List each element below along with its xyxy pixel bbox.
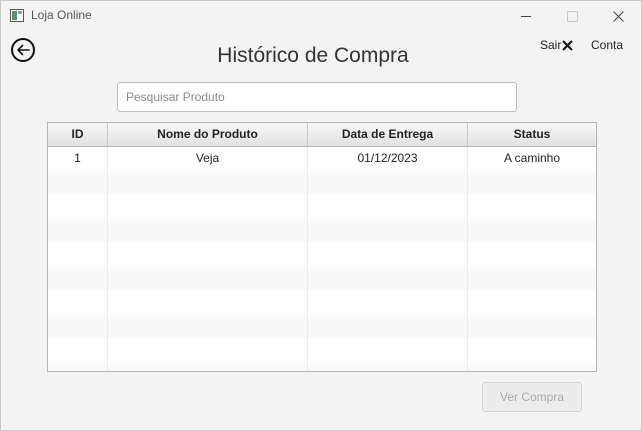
empty-cell: [48, 315, 108, 339]
window-title: Loja Online: [31, 8, 92, 22]
ver-compra-button[interactable]: Ver Compra: [482, 382, 582, 412]
column-header-id[interactable]: ID: [48, 123, 108, 146]
purchase-history-table[interactable]: ID Nome do Produto Data de Entrega Statu…: [47, 122, 597, 372]
empty-cell: [468, 363, 596, 371]
minimize-button[interactable]: [503, 1, 549, 31]
conta-link[interactable]: Conta: [591, 38, 623, 52]
empty-cell: [108, 339, 308, 363]
table-header: ID Nome do Produto Data de Entrega Statu…: [48, 123, 596, 147]
maximize-button[interactable]: [549, 1, 595, 31]
empty-cell: [468, 195, 596, 219]
empty-cell: [308, 339, 468, 363]
empty-cell: [468, 291, 596, 315]
empty-cell: [48, 219, 108, 243]
empty-table-row: [48, 243, 596, 267]
close-window-button[interactable]: [595, 1, 641, 31]
empty-cell: [308, 219, 468, 243]
app-window: Loja Online Histórico de Compra Sair Con…: [0, 0, 642, 431]
empty-cell: [48, 195, 108, 219]
page-title: Histórico de Compra: [217, 44, 409, 67]
empty-cell: [108, 267, 308, 291]
column-header-delivery-date[interactable]: Data de Entrega: [308, 123, 468, 146]
empty-cell: [108, 195, 308, 219]
table-row[interactable]: 1 Veja 01/12/2023 A caminho: [48, 147, 596, 171]
empty-cell: [308, 195, 468, 219]
cell-delivery-date: 01/12/2023: [308, 147, 468, 171]
empty-table-row: [48, 171, 596, 195]
column-header-status[interactable]: Status: [468, 123, 596, 146]
close-icon: [612, 10, 624, 22]
empty-cell: [468, 171, 596, 195]
empty-cell: [48, 171, 108, 195]
app-icon: [10, 9, 24, 22]
empty-cell: [308, 291, 468, 315]
empty-table-row: [48, 315, 596, 339]
empty-cell: [308, 363, 468, 371]
empty-cell: [308, 267, 468, 291]
title-bar[interactable]: Loja Online: [1, 1, 641, 31]
column-header-product-name[interactable]: Nome do Produto: [108, 123, 308, 146]
empty-table-row: [48, 219, 596, 243]
empty-cell: [468, 219, 596, 243]
empty-table-row: [48, 363, 596, 371]
empty-cell: [48, 363, 108, 371]
empty-cell: [108, 243, 308, 267]
empty-table-row: [48, 291, 596, 315]
empty-cell: [108, 363, 308, 371]
table-body: 1 Veja 01/12/2023 A caminho: [48, 147, 596, 371]
empty-cell: [468, 339, 596, 363]
empty-cell: [108, 219, 308, 243]
empty-cell: [308, 243, 468, 267]
empty-cell: [48, 339, 108, 363]
empty-cell: [108, 315, 308, 339]
close-icon: [562, 39, 574, 51]
cell-id: 1: [48, 147, 108, 171]
empty-table-row: [48, 195, 596, 219]
cell-status: A caminho: [503, 151, 561, 165]
empty-cell: [48, 291, 108, 315]
empty-table-row: [48, 267, 596, 291]
empty-cell: [108, 291, 308, 315]
empty-cell: [468, 243, 596, 267]
empty-cell: [48, 267, 108, 291]
minimize-icon: [521, 15, 531, 17]
cell-product-name: Veja: [108, 147, 308, 171]
sair-label: Sair: [540, 38, 562, 52]
empty-cell: [468, 315, 596, 339]
sair-button[interactable]: Sair: [540, 38, 574, 52]
search-input[interactable]: [117, 82, 517, 112]
empty-cell: [308, 315, 468, 339]
empty-cell: [468, 267, 596, 291]
empty-cell: [48, 243, 108, 267]
empty-cell: [308, 171, 468, 195]
empty-table-row: [48, 339, 596, 363]
empty-cell: [108, 171, 308, 195]
maximize-icon: [566, 10, 578, 22]
